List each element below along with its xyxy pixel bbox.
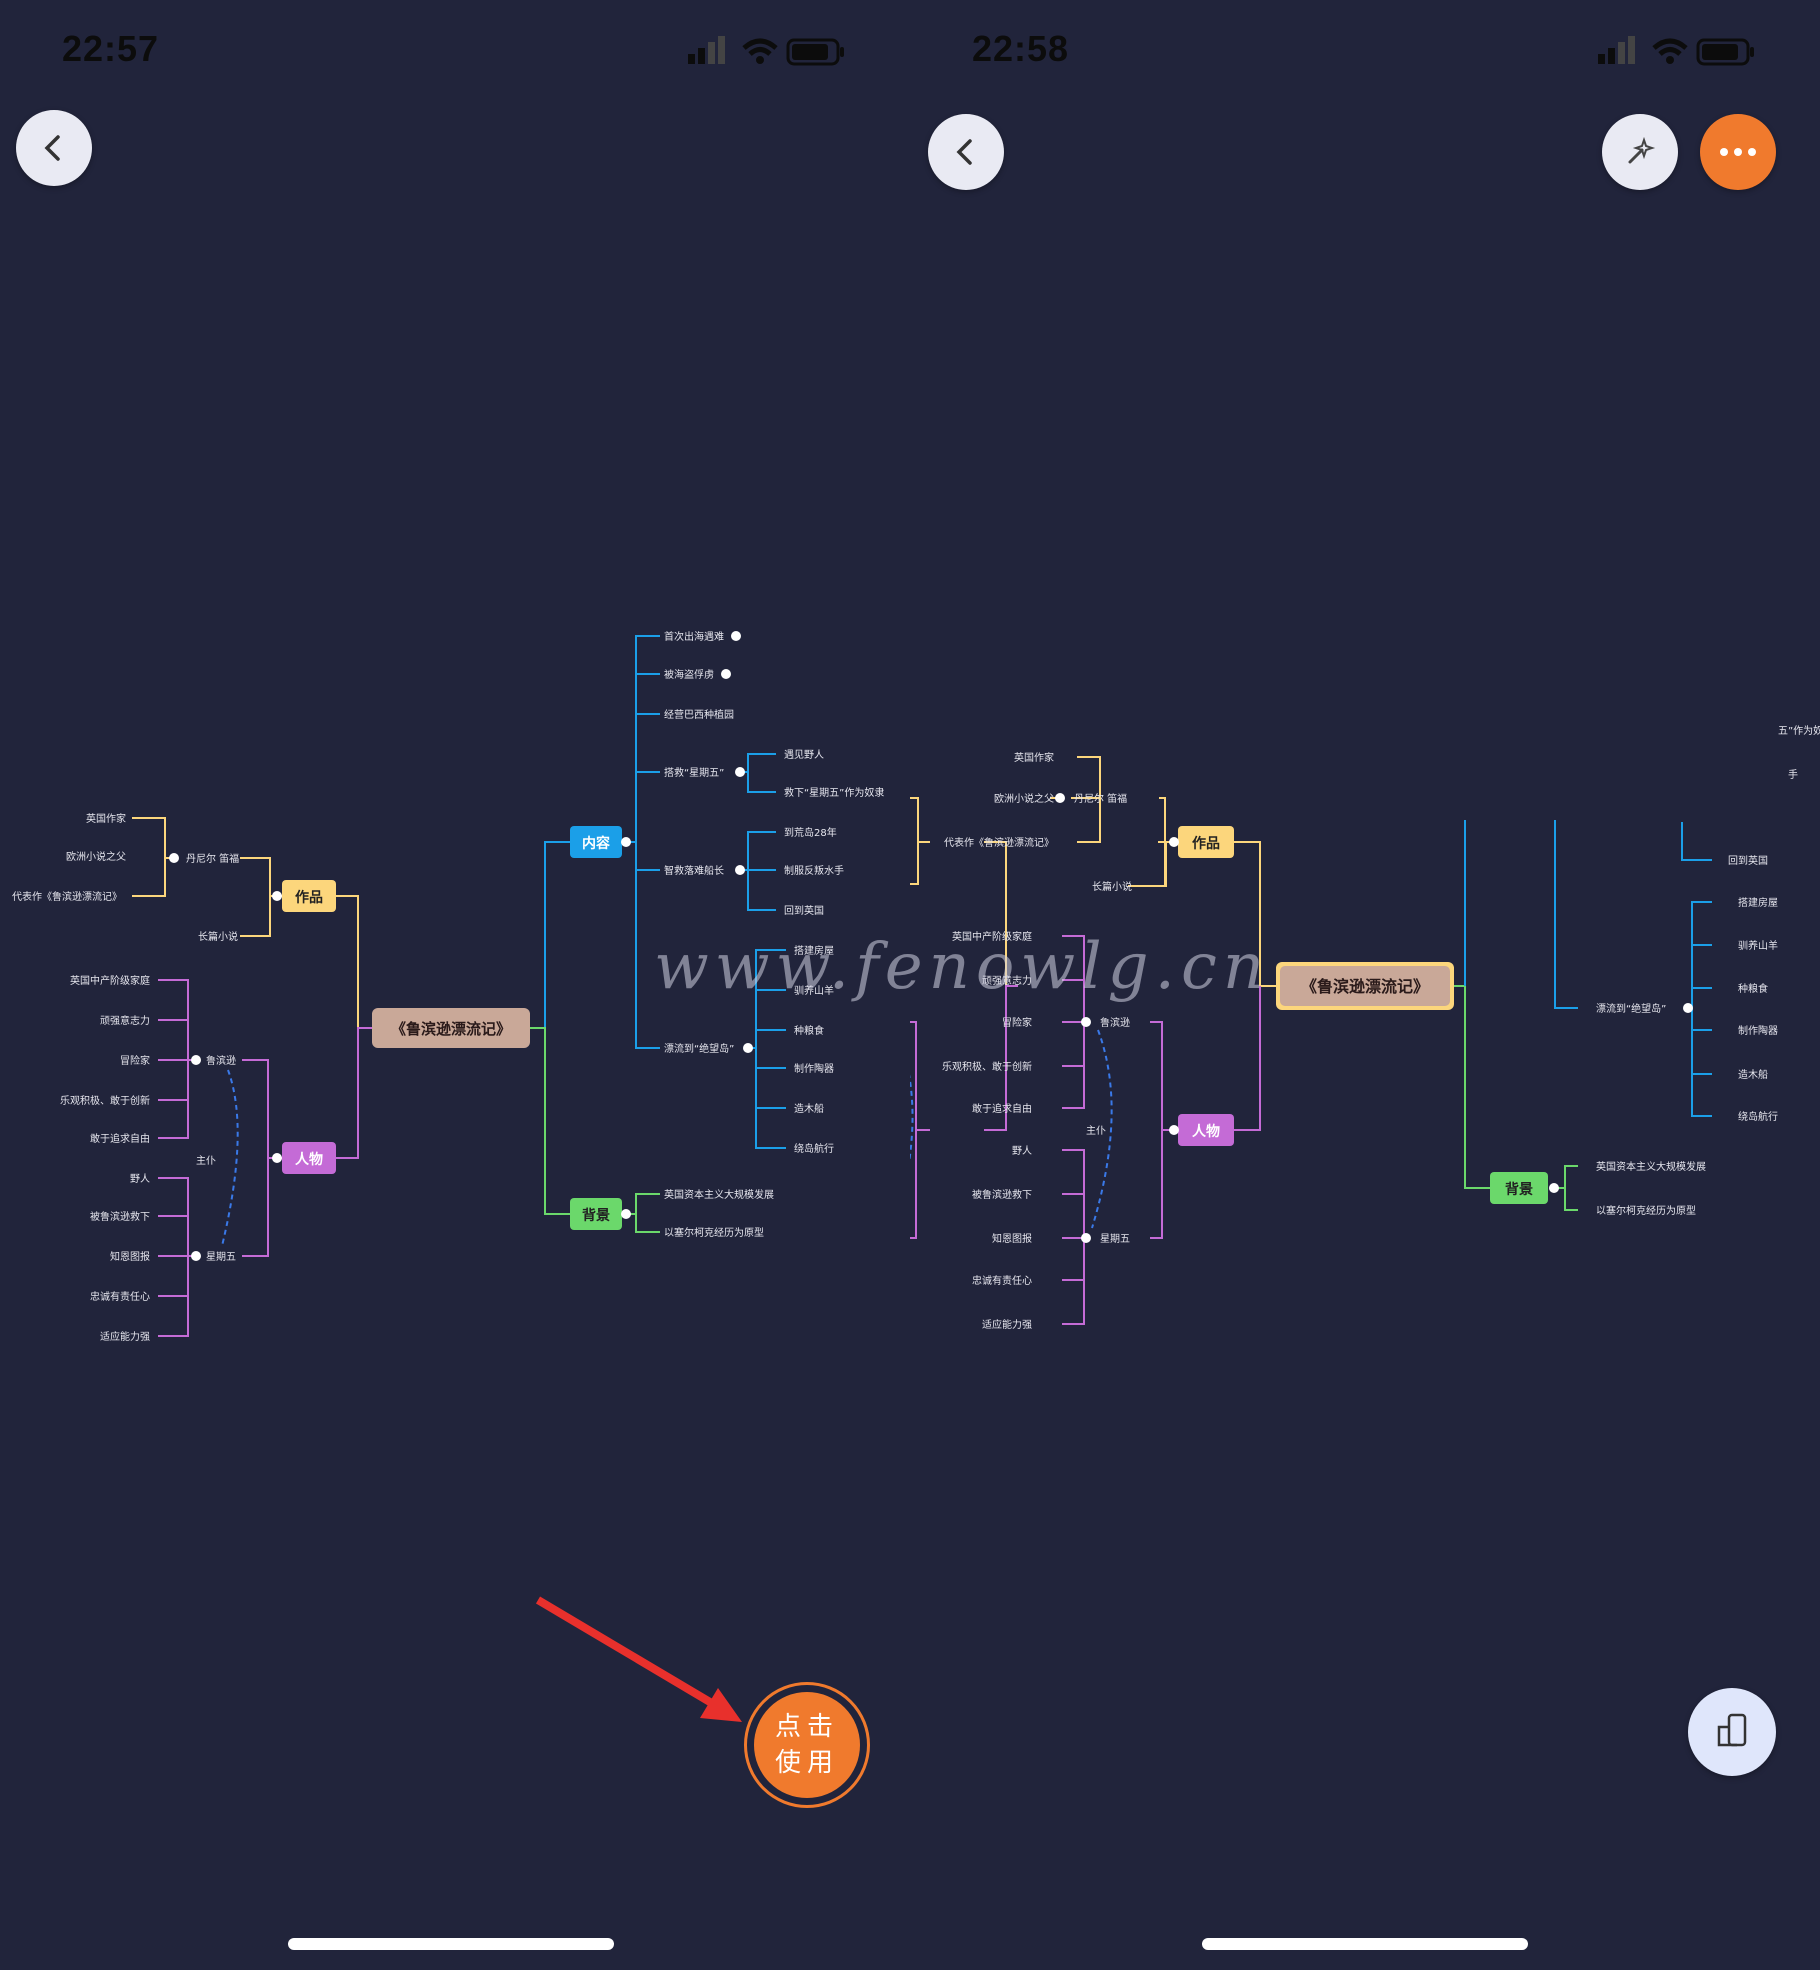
node-item: 英国资本主义大规模发展 (1596, 1160, 1706, 1173)
node-item: 搭建房屋 (1738, 896, 1778, 909)
svg-text:作品: 作品 (295, 889, 323, 906)
node-item: 制作陶器 (794, 1062, 834, 1075)
content-node: 内容 (570, 826, 631, 858)
node-item: 以塞尔柯克经历为原型 (1596, 1204, 1696, 1217)
node-item: 代表作《鲁滨逊漂流记》 (944, 836, 1054, 849)
node-item: 忠诚有责任心 (972, 1274, 1032, 1287)
svg-text:背景: 背景 (582, 1207, 610, 1224)
node-item: 星期五 (206, 1251, 236, 1263)
node-item: 英国作家 (86, 812, 126, 825)
mindmap-canvas[interactable]: 《鲁滨逊漂流记》 作品 人物 内容 背景 丹尼尔 笛福 英国作家 欧洲小说之父 … (0, 0, 910, 1500)
node-item: 造木船 (794, 1102, 824, 1115)
node-item: 驯养山羊 (1738, 939, 1778, 952)
root-label: 《鲁滨逊漂流记》 (391, 1020, 511, 1038)
node-item: 英国中产阶级家庭 (70, 974, 150, 987)
people-node: 人物 (272, 1142, 336, 1174)
node-author: 丹尼尔 笛福 (1074, 792, 1127, 805)
node-item: 知恩图报 (992, 1232, 1032, 1245)
device-rotate-icon (1717, 1713, 1747, 1747)
node-item: 英国资本主义大规模发展 (664, 1188, 774, 1201)
node-item: 救下“星期五”作为奴隶 (784, 786, 884, 799)
node-item: 经营巴西种植园 (664, 708, 734, 721)
node-item: 手 (1788, 768, 1798, 781)
svg-text:人物: 人物 (1192, 1123, 1220, 1140)
node-item: 欧洲小说之父 (994, 792, 1054, 805)
node-item: 长篇小说 (1092, 880, 1132, 893)
node-item: 到荒岛28年 (784, 826, 837, 839)
node-item: 顽强意志力 (100, 1014, 150, 1027)
svg-text:内容: 内容 (582, 835, 610, 852)
node-item: 绕岛航行 (794, 1142, 834, 1155)
node-item: 首次出海遇难 (664, 630, 724, 643)
node-item: 智救落难船长 (664, 864, 724, 877)
node-item: 敢于追求自由 (972, 1102, 1032, 1115)
svg-text:背景: 背景 (1505, 1181, 1533, 1198)
node-item: 忠诚有责任心 (90, 1290, 150, 1303)
node-item: 冒险家 (1002, 1016, 1032, 1029)
root-label: 《鲁滨逊漂流记》 (1301, 977, 1429, 996)
node-item: 遇见野人 (784, 749, 824, 761)
use-button-line2: 使用 (774, 1748, 839, 1778)
node-item: 鲁滨逊 (1100, 1016, 1130, 1029)
node-item: 被海盗俘虏 (664, 668, 714, 681)
background-node: 背景 (1490, 1172, 1559, 1204)
node-item: 适应能力强 (100, 1330, 150, 1343)
works-node: 作品 (1169, 826, 1234, 858)
svg-text:作品: 作品 (1192, 835, 1220, 852)
node-item: 欧洲小说之父 (66, 850, 126, 863)
node-item: 敢于追求自由 (90, 1132, 150, 1145)
node-item: 野人 (1012, 1145, 1032, 1157)
node-item: 回到英国 (1728, 854, 1768, 867)
node-item: 漂流到“绝望岛” (1596, 1002, 1666, 1015)
people-node: 人物 (1169, 1114, 1234, 1146)
use-button[interactable]: 点击 使用 (744, 1682, 870, 1808)
node-item: 星期五 (1100, 1233, 1130, 1245)
node-item: 造木船 (1738, 1068, 1768, 1081)
node-item: 五”作为奴 (1778, 724, 1820, 737)
node-item: 被鲁滨逊救下 (972, 1188, 1032, 1201)
node-item: 搭救“星期五” (664, 766, 724, 779)
works-node: 作品 (272, 880, 336, 912)
node-relation: 主仆 (1086, 1125, 1106, 1137)
node-item: 乐观积极、敢于创新 (60, 1094, 150, 1107)
node-item: 乐观积极、敢于创新 (942, 1060, 1032, 1073)
node-item: 回到英国 (784, 904, 824, 917)
root-node: 《鲁滨逊漂流记》 (1276, 962, 1454, 1010)
node-item: 漂流到“绝望岛” (664, 1042, 734, 1055)
node-item: 被鲁滨逊救下 (90, 1210, 150, 1223)
node-relation: 主仆 (196, 1155, 216, 1167)
node-item: 种粮食 (794, 1024, 824, 1037)
node-author: 丹尼尔 笛福 (186, 852, 239, 865)
use-button-line1: 点击 (774, 1712, 839, 1742)
root-node: 《鲁滨逊漂流记》 (372, 1008, 530, 1048)
node-item: 知恩图报 (110, 1250, 150, 1263)
background-node: 背景 (570, 1198, 631, 1230)
svg-text:人物: 人物 (295, 1151, 323, 1168)
device-toggle-button[interactable] (1688, 1688, 1776, 1776)
node-item: 冒险家 (120, 1054, 150, 1067)
node-item: 长篇小说 (198, 930, 238, 943)
node-item: 野人 (130, 1173, 150, 1185)
home-indicator (1202, 1938, 1528, 1950)
node-item: 代表作《鲁滨逊漂流记》 (12, 890, 122, 903)
home-indicator (288, 1938, 614, 1950)
node-item: 适应能力强 (982, 1318, 1032, 1331)
node-item: 制作陶器 (1738, 1024, 1778, 1037)
node-item: 制服反叛水手 (784, 864, 844, 877)
node-item: 绕岛航行 (1738, 1110, 1778, 1123)
watermark: www.fenowlg.cn (654, 930, 1271, 1004)
mindmap-nodes: 《鲁滨逊漂流记》 作品 人物 背景 英国作家 欧洲小说之父 代表作《鲁滨逊漂流记… (942, 724, 1820, 1331)
node-item: 英国作家 (1014, 751, 1054, 764)
node-item: 种粮食 (1738, 982, 1768, 995)
node-item: 鲁滨逊 (206, 1054, 236, 1067)
node-item: 以塞尔柯克经历为原型 (664, 1226, 764, 1239)
